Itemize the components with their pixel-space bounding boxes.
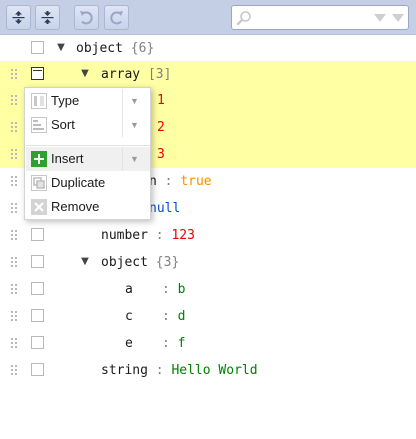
key-value-separator: :: [155, 228, 164, 243]
search-previous-icon[interactable]: [392, 14, 404, 23]
tree-row-number: number : 123: [0, 222, 416, 249]
insert-plus-icon: [31, 151, 47, 167]
undo-button[interactable]: [74, 5, 99, 30]
remove-icon: [31, 199, 47, 215]
key-value-separator: :: [155, 363, 164, 378]
collapse-all-button[interactable]: [35, 5, 60, 30]
field-value[interactable]: b: [178, 282, 186, 297]
context-menu-button[interactable]: [31, 228, 44, 241]
drag-handle-icon[interactable]: [10, 364, 18, 377]
tree-row-e: e : f: [0, 330, 416, 357]
key-value-separator: :: [164, 174, 173, 189]
context-menu-button[interactable]: [31, 255, 44, 268]
menu-item-label: Type: [51, 93, 80, 108]
search-box[interactable]: [231, 5, 409, 30]
tree-row-a: a : b: [0, 276, 416, 303]
field-value[interactable]: 123: [171, 228, 194, 243]
field-key[interactable]: object: [101, 255, 148, 270]
drag-handle-icon[interactable]: [10, 121, 18, 134]
menu-separator: [26, 145, 150, 146]
field-key: object: [76, 41, 123, 56]
key-value-separator: :: [162, 336, 170, 351]
child-count: {3}: [155, 255, 180, 270]
field-value[interactable]: f: [178, 336, 186, 351]
drag-handle-icon[interactable]: [10, 283, 18, 296]
menu-item-type[interactable]: Type ▼: [26, 89, 150, 113]
field-value[interactable]: 2: [157, 120, 165, 135]
tree-row-object: ▼ object {3}: [0, 249, 416, 276]
toolbar: [0, 0, 416, 35]
child-count: [3]: [147, 67, 172, 82]
menu-item-remove[interactable]: Remove: [26, 195, 150, 219]
drag-handle-icon[interactable]: [10, 229, 18, 242]
context-menu-button[interactable]: [31, 336, 44, 349]
field-value[interactable]: d: [178, 309, 186, 324]
key-value-separator: :: [162, 309, 170, 324]
menu-item-sort[interactable]: Sort ▼: [26, 113, 150, 137]
context-menu-button[interactable]: [31, 363, 44, 376]
tree-row-string: string : Hello World: [0, 357, 416, 384]
tree-row-c: c : d: [0, 303, 416, 330]
search-next-icon[interactable]: [374, 14, 386, 23]
drag-handle-icon[interactable]: [10, 202, 18, 215]
drag-handle-icon[interactable]: [10, 175, 18, 188]
field-value[interactable]: 1: [157, 93, 165, 108]
field-key[interactable]: a: [125, 282, 133, 297]
field-key[interactable]: number: [101, 228, 148, 243]
expand-all-icon: [12, 11, 25, 24]
search-icon: [236, 11, 251, 26]
drag-handle-icon[interactable]: [10, 256, 18, 269]
menu-item-label: Remove: [51, 199, 100, 214]
child-count: {6}: [130, 41, 155, 56]
field-key[interactable]: c: [125, 309, 133, 324]
type-icon: [31, 93, 47, 109]
context-menu: Type ▼ Sort ▼ Insert ▼ Duplicate Remove: [24, 87, 151, 220]
field-value[interactable]: Hello World: [171, 363, 257, 378]
collapse-arrow-icon[interactable]: ▼: [54, 41, 68, 55]
submenu-arrow-icon[interactable]: ▼: [122, 147, 146, 171]
menu-item-label: Insert: [51, 151, 84, 166]
menu-item-label: Duplicate: [51, 175, 106, 190]
submenu-arrow-icon[interactable]: ▼: [122, 113, 146, 137]
duplicate-icon: [31, 175, 47, 191]
field-value[interactable]: null: [149, 201, 180, 216]
expand-all-button[interactable]: [6, 5, 31, 30]
redo-button[interactable]: [104, 5, 129, 30]
field-key[interactable]: e: [125, 336, 133, 351]
drag-handle-icon[interactable]: [10, 148, 18, 161]
submenu-arrow-icon[interactable]: ▼: [122, 89, 146, 113]
collapse-arrow-icon[interactable]: ▼: [78, 67, 92, 81]
context-menu-button[interactable]: [31, 282, 44, 295]
search-input[interactable]: [256, 8, 366, 27]
redo-icon: [110, 11, 123, 25]
context-menu-button[interactable]: [31, 309, 44, 322]
tree-row-root: ▼ object {6}: [0, 35, 416, 62]
undo-icon: [80, 11, 93, 25]
field-value[interactable]: 3: [157, 147, 165, 162]
tree-row-array: ▼ array [3]: [0, 61, 416, 88]
field-key[interactable]: string: [101, 363, 148, 378]
context-menu-button[interactable]: [31, 41, 44, 54]
drag-handle-icon[interactable]: [10, 310, 18, 323]
drag-handle-icon[interactable]: [10, 68, 18, 81]
collapse-arrow-icon[interactable]: ▼: [78, 255, 92, 269]
menu-item-insert[interactable]: Insert ▼: [26, 147, 150, 171]
context-menu-button-active[interactable]: [31, 67, 44, 80]
field-key[interactable]: array: [101, 67, 140, 82]
menu-item-duplicate[interactable]: Duplicate: [26, 171, 150, 195]
menu-item-label: Sort: [51, 117, 75, 132]
collapse-all-icon: [41, 11, 54, 24]
key-value-separator: :: [162, 282, 170, 297]
drag-handle-icon[interactable]: [10, 94, 18, 107]
field-value[interactable]: true: [180, 174, 211, 189]
drag-handle-icon[interactable]: [10, 337, 18, 350]
sort-icon: [31, 117, 47, 133]
